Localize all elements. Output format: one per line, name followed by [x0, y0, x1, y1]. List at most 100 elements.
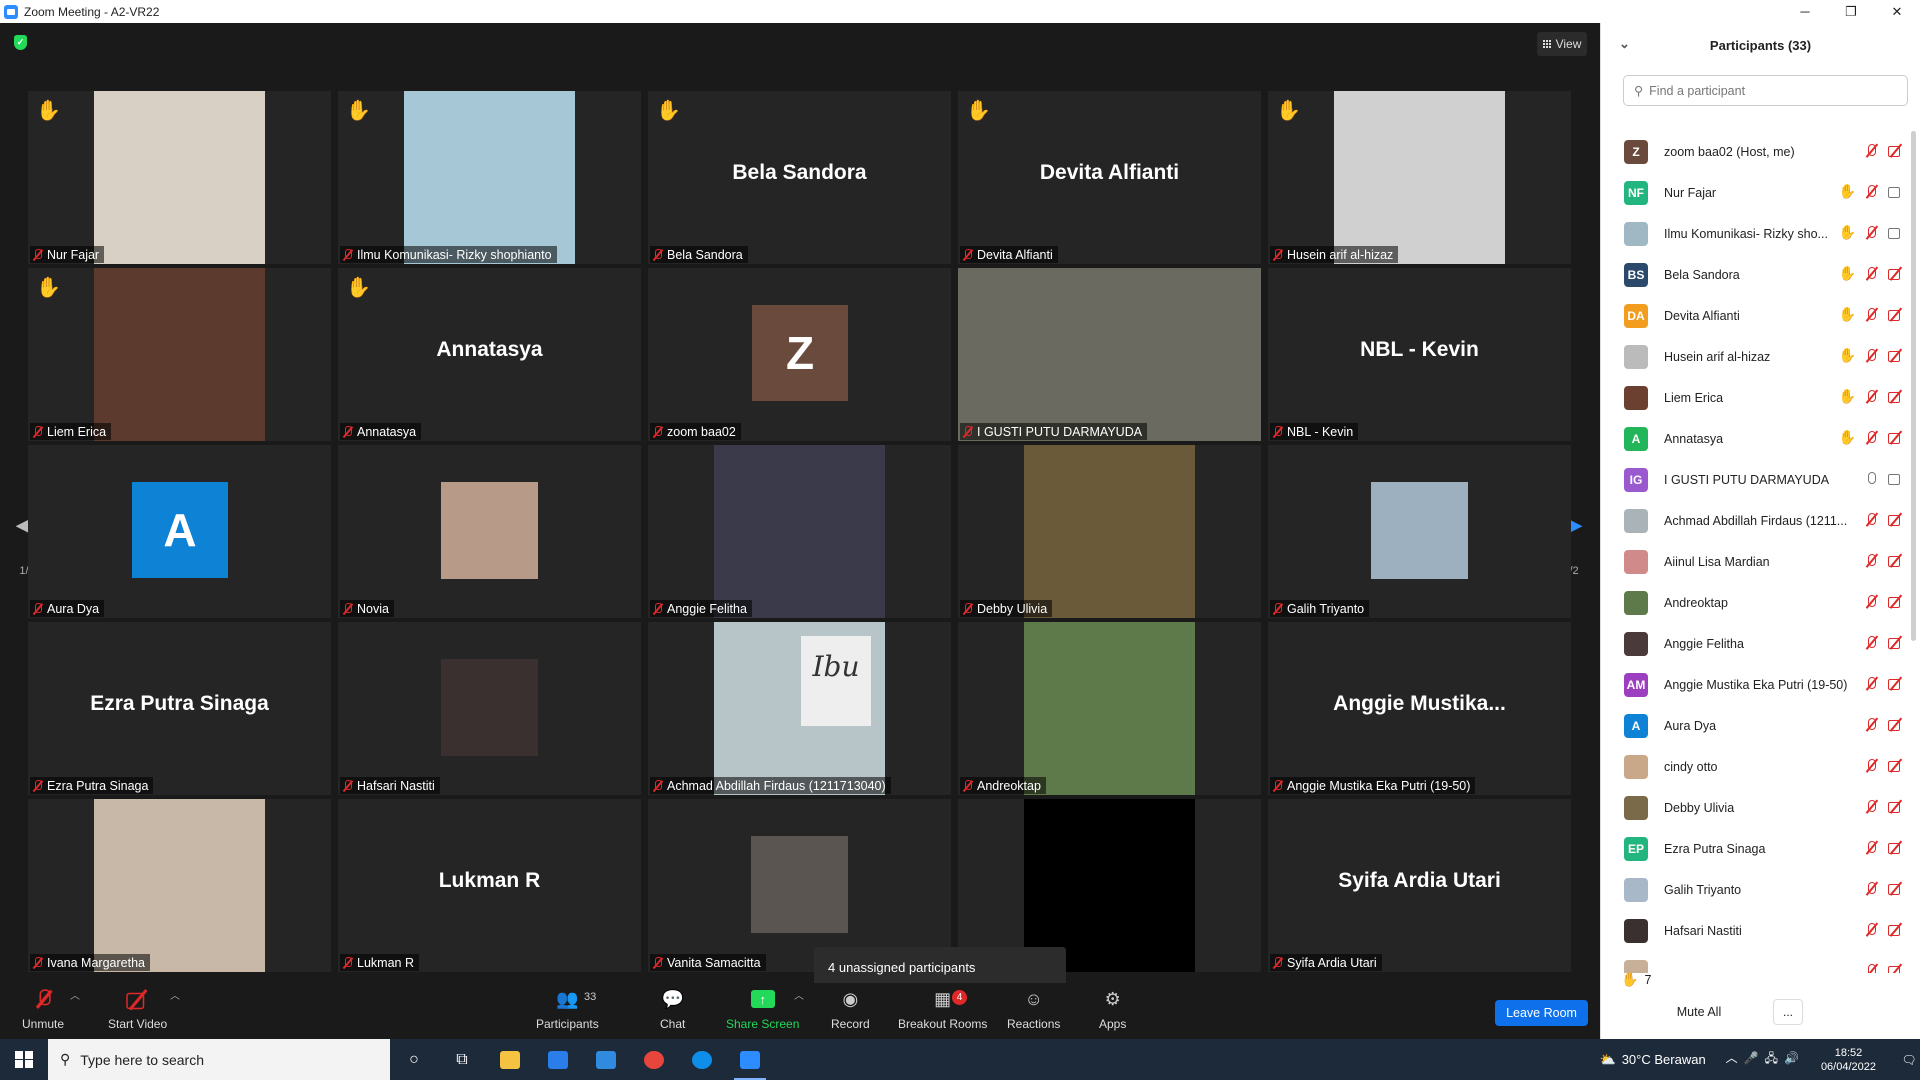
- video-tile[interactable]: Annatasya ✋ Annatasya: [338, 268, 641, 441]
- video-tile[interactable]: Galih Triyanto: [1268, 445, 1571, 618]
- task-view-icon[interactable]: ⧉: [438, 1039, 486, 1080]
- video-tile[interactable]: I GUSTI PUTU DARMAYUDA: [958, 268, 1261, 441]
- participant-row[interactable]: A Aura Dya: [1601, 705, 1907, 746]
- window-title: Zoom Meeting - A2-VR22: [24, 4, 160, 19]
- participants-button[interactable]: 👥 Participants 33: [536, 987, 599, 1032]
- cortana-icon[interactable]: ○: [390, 1039, 438, 1080]
- start-button[interactable]: [0, 1039, 48, 1080]
- mic-muted-icon: [1864, 553, 1879, 568]
- participant-row[interactable]: DA Devita Alfianti ✋: [1601, 295, 1907, 336]
- video-off-icon: [1888, 881, 1903, 896]
- video-tile[interactable]: Ibu Achmad Abdillah Firdaus (1211713040): [648, 622, 951, 795]
- audio-options-caret[interactable]: ︿: [70, 987, 80, 1002]
- start-video-button[interactable]: Start Video: [108, 987, 167, 1031]
- chevron-down-icon[interactable]: ⌄: [1619, 36, 1630, 52]
- taskbar-search[interactable]: ⚲ Type here to search: [48, 1039, 390, 1080]
- zoom-taskbar-icon[interactable]: [726, 1039, 774, 1080]
- chrome-icon[interactable]: [630, 1039, 678, 1080]
- participant-row[interactable]: Ilmu Komunikasi- Rizky sho... ✋: [1601, 213, 1907, 254]
- teamviewer-icon[interactable]: [678, 1039, 726, 1080]
- store-icon[interactable]: [534, 1039, 582, 1080]
- video-tile[interactable]: Hafsari Nastiti: [338, 622, 641, 795]
- participant-row[interactable]: [1601, 951, 1907, 973]
- mic-muted-icon: [1273, 425, 1282, 438]
- weather-widget[interactable]: ⛅ 30°C Berawan: [1600, 1052, 1706, 1068]
- file-explorer-icon[interactable]: [486, 1039, 534, 1080]
- participant-row[interactable]: Hafsari Nastiti: [1601, 910, 1907, 951]
- participant-search-input[interactable]: [1649, 83, 1890, 98]
- apps-label: Apps: [1099, 1017, 1127, 1031]
- participant-row[interactable]: A Annatasya ✋: [1601, 418, 1907, 459]
- tile-name-text: Hafsari Nastiti: [357, 778, 435, 793]
- unmute-label: Unmute: [22, 1017, 65, 1031]
- participant-row[interactable]: AM Anggie Mustika Eka Putri (19-50): [1601, 664, 1907, 705]
- apps-button[interactable]: ⚙ Apps: [1099, 987, 1127, 1032]
- participant-row[interactable]: BS Bela Sandora ✋: [1601, 254, 1907, 295]
- tray-icons[interactable]: ︿🎤🖧🔊: [1726, 1049, 1805, 1070]
- more-options-button[interactable]: ...: [1773, 999, 1803, 1025]
- tile-name-label: Hafsari Nastiti: [340, 777, 440, 794]
- participant-row[interactable]: Husein arif al-hizaz ✋: [1601, 336, 1907, 377]
- taskbar-clock[interactable]: 18:52 06/04/2022: [1821, 1046, 1876, 1074]
- video-off-icon: [1888, 635, 1903, 650]
- participant-row[interactable]: Aiinul Lisa Mardian: [1601, 541, 1907, 582]
- video-tile[interactable]: Anggie Felitha: [648, 445, 951, 618]
- record-button[interactable]: ◉ Record: [831, 987, 870, 1032]
- participant-search[interactable]: ⚲: [1623, 75, 1908, 106]
- participant-name: Hafsari Nastiti: [1664, 923, 1742, 938]
- mail-icon[interactable]: [582, 1039, 630, 1080]
- participant-row[interactable]: NF Nur Fajar ✋: [1601, 172, 1907, 213]
- raised-hand-icon: ✋: [346, 277, 371, 299]
- tile-name-text: I GUSTI PUTU DARMAYUDA: [977, 424, 1143, 439]
- breakout-rooms-button[interactable]: ▦ Breakout Rooms 4: [898, 987, 987, 1032]
- participant-avatar: AM: [1624, 672, 1648, 697]
- video-tile[interactable]: Devita Alfianti ✋ Devita Alfianti: [958, 91, 1261, 264]
- unmute-button[interactable]: Unmute: [22, 987, 64, 1031]
- maximize-button[interactable]: ❐: [1828, 0, 1874, 23]
- participant-list-scrollbar[interactable]: [1911, 131, 1916, 641]
- tile-name-label: Anggie Mustika Eka Putri (19-50): [1270, 777, 1476, 794]
- video-tile[interactable]: Novia: [338, 445, 641, 618]
- view-button[interactable]: View: [1537, 32, 1587, 56]
- participant-row[interactable]: Debby Ulivia: [1601, 787, 1907, 828]
- video-tile[interactable]: Debby Ulivia: [958, 445, 1261, 618]
- share-screen-button[interactable]: ↑ Share Screen: [726, 987, 799, 1031]
- minimize-button[interactable]: ─: [1782, 0, 1828, 23]
- unassigned-participants-tooltip[interactable]: 4 unassigned participants: [814, 947, 1066, 987]
- encryption-shield-icon[interactable]: ✓: [14, 35, 27, 50]
- video-tile[interactable]: ✋ Nur Fajar: [28, 91, 331, 264]
- mic-muted-icon: [653, 779, 662, 792]
- video-tile[interactable]: ✋ Husein arif al-hizaz: [1268, 91, 1571, 264]
- chat-button[interactable]: 💬 Chat: [660, 987, 685, 1032]
- video-tile[interactable]: ✋ Ilmu Komunikasi- Rizky shophianto: [338, 91, 641, 264]
- video-tile[interactable]: Zzoom baa02: [648, 268, 951, 441]
- video-tile[interactable]: Ezra Putra Sinaga Ezra Putra Sinaga: [28, 622, 331, 795]
- participant-row[interactable]: cindy otto: [1601, 746, 1907, 787]
- video-tile[interactable]: Ivana Margaretha: [28, 799, 331, 972]
- video-tile[interactable]: A Aura Dya: [28, 445, 331, 618]
- participant-row[interactable]: Achmad Abdillah Firdaus (1211...: [1601, 500, 1907, 541]
- participant-row[interactable]: Anggie Felitha: [1601, 623, 1907, 664]
- reactions-label: Reactions: [1007, 1017, 1061, 1031]
- tile-name-label: Debby Ulivia: [960, 600, 1053, 617]
- video-tile[interactable]: Andreoktap: [958, 622, 1261, 795]
- video-options-caret[interactable]: ︿: [170, 987, 180, 1002]
- video-tile[interactable]: ✋ Liem Erica: [28, 268, 331, 441]
- participant-row[interactable]: EP Ezra Putra Sinaga: [1601, 828, 1907, 869]
- video-tile[interactable]: Syifa Ardia Utari Syifa Ardia Utari: [1268, 799, 1571, 972]
- close-button[interactable]: ✕: [1874, 0, 1920, 23]
- participant-row[interactable]: Liem Erica ✋: [1601, 377, 1907, 418]
- video-tile[interactable]: Anggie Mustika... Anggie Mustika Eka Putr…: [1268, 622, 1571, 795]
- reactions-button[interactable]: ☺ Reactions: [1007, 987, 1061, 1032]
- notification-icon[interactable]: 🗨: [1898, 1039, 1920, 1080]
- video-tile[interactable]: Bela Sandora ✋ Bela Sandora: [648, 91, 951, 264]
- share-options-caret[interactable]: ︿: [794, 987, 804, 1002]
- leave-room-button[interactable]: Leave Room: [1495, 1000, 1588, 1026]
- participant-row[interactable]: Galih Triyanto: [1601, 869, 1907, 910]
- participant-row[interactable]: IG I GUSTI PUTU DARMAYUDA: [1601, 459, 1907, 500]
- video-tile[interactable]: Lukman R Lukman R: [338, 799, 641, 972]
- video-tile[interactable]: NBL - Kevin NBL - Kevin: [1268, 268, 1571, 441]
- participant-row[interactable]: Zzoom baa02 (Host, me): [1601, 131, 1907, 172]
- mute-all-button[interactable]: Mute All: [1657, 999, 1741, 1025]
- participant-row[interactable]: Andreoktap: [1601, 582, 1907, 623]
